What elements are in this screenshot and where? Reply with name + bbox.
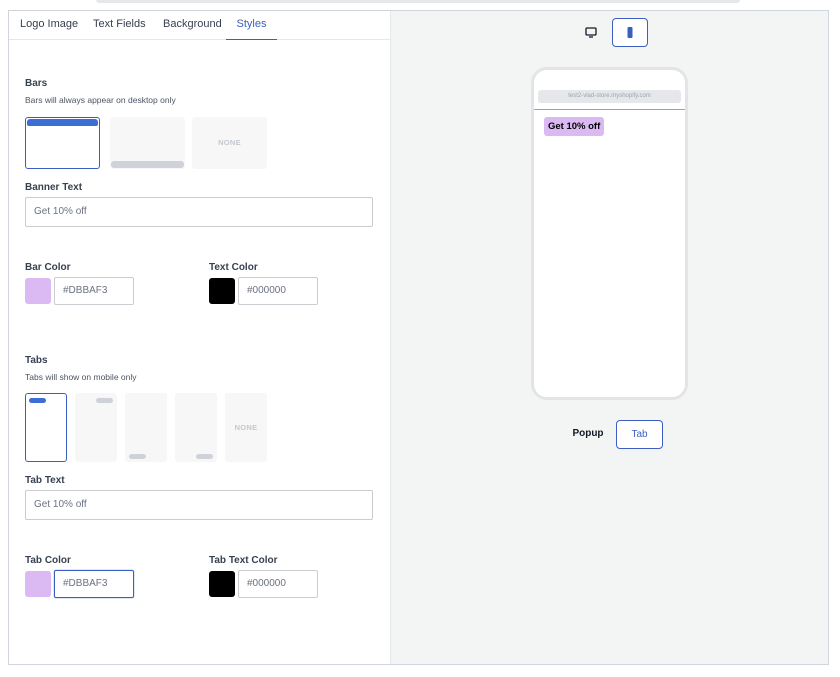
banner-text-label: Banner Text [25,182,83,193]
tab-option-top-right[interactable] [75,393,117,462]
tab-option-bottom-right[interactable] [175,393,217,462]
tab-text-color-label: Tab Text Color [209,555,278,566]
tab-position-marker [129,454,146,459]
tab-text-color-swatch[interactable] [209,571,235,597]
tabs-heading: Tabs [25,355,48,366]
mobile-view-button[interactable] [612,18,648,47]
bar-option-none[interactable]: NONE [192,117,267,169]
browser-header: test2-vlad-store.myshopify.com [534,70,685,110]
tab-color-swatch[interactable] [25,571,51,597]
tab-color-input[interactable]: #DBBAF3 [54,570,134,598]
tab-position-marker [96,398,113,403]
url-bar: test2-vlad-store.myshopify.com [538,90,681,103]
bar-color-label: Bar Color [25,262,71,273]
desktop-view-button[interactable] [573,18,609,47]
tab-option-bottom-left[interactable] [125,393,167,462]
tab-none-label: NONE [234,423,258,432]
bar-none-label: NONE [218,138,241,147]
tab-option-top-left[interactable] [25,393,67,462]
bars-description: Bars will always appear on desktop only [25,95,176,105]
text-color-swatch[interactable] [209,278,235,304]
bars-heading: Bars [25,78,48,89]
text-color-input[interactable]: #000000 [238,277,318,305]
phone-preview: test2-vlad-store.myshopify.com Get 10% o… [531,67,688,400]
tab-text-label: Tab Text [25,475,65,486]
tab-background[interactable]: Background [163,11,222,40]
desktop-icon [585,27,597,38]
tab-position-marker [29,398,46,403]
bar-option-top[interactable] [25,117,100,169]
bar-color-input[interactable]: #DBBAF3 [54,277,134,305]
tab-text-input[interactable]: Get 10% off [25,490,373,520]
bar-top-preview [27,119,98,126]
bar-color-swatch[interactable] [25,278,51,304]
tab-text-fields[interactable]: Text Fields [93,11,146,40]
tab-option-none[interactable]: NONE [225,393,267,462]
popup-mode-button[interactable]: Popup [562,420,614,449]
mobile-icon [627,27,633,38]
tab-bar: Logo Image Text Fields Background Styles [9,11,390,40]
top-edge [96,0,740,3]
bar-bottom-preview [111,161,184,168]
preview-column: test2-vlad-store.myshopify.com Get 10% o… [390,11,828,664]
banner-text-input[interactable]: Get 10% off [25,197,373,227]
tab-color-label: Tab Color [25,555,71,566]
settings-panel: Logo Image Text Fields Background Styles… [8,10,829,665]
text-color-label: Text Color [209,262,258,273]
tab-text-color-input[interactable]: #000000 [238,570,318,598]
tab-position-marker [196,454,213,459]
editor-column: Logo Image Text Fields Background Styles… [9,11,390,664]
device-toggle [573,18,648,47]
promo-tab-preview: Get 10% off [544,117,605,136]
bar-option-bottom[interactable] [110,117,185,169]
tab-mode-button[interactable]: Tab [616,420,663,449]
tab-styles[interactable]: Styles [226,11,277,40]
tab-logo-image[interactable]: Logo Image [20,11,78,40]
tabs-description: Tabs will show on mobile only [25,372,137,382]
